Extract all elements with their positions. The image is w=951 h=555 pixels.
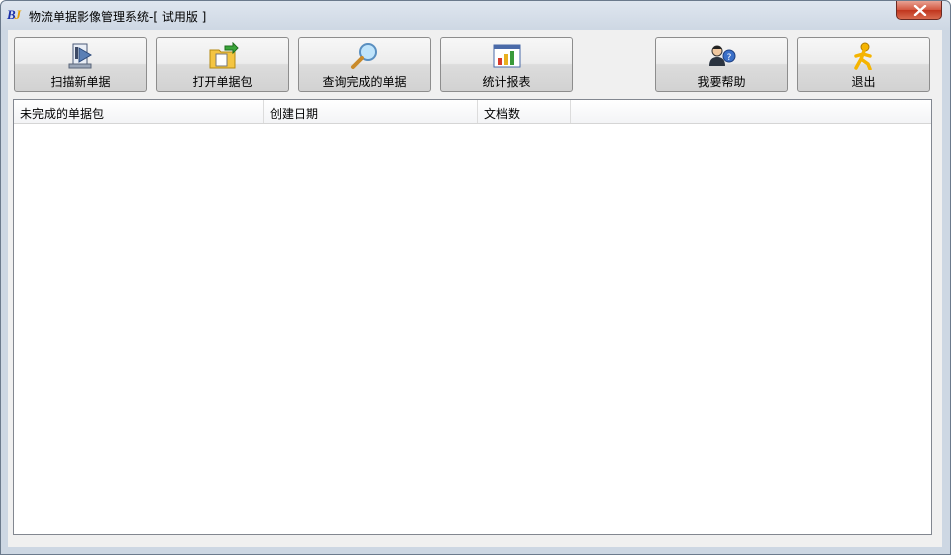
query-completed-documents-label: 查询完成的单据 xyxy=(322,75,407,89)
svg-text:?: ? xyxy=(726,53,731,63)
statistics-report-label: 统计报表 xyxy=(482,75,531,89)
app-logo: BJ xyxy=(7,7,21,22)
statistics-report-button[interactable]: 统计报表 xyxy=(440,37,573,92)
bar-chart-icon xyxy=(493,44,520,68)
column-header-document-count[interactable]: 文档数 xyxy=(478,100,571,123)
exit-button[interactable]: 退出 xyxy=(797,37,930,92)
close-icon xyxy=(913,5,927,16)
list-header: 未完成的单据包 创建日期 文档数 xyxy=(14,100,931,124)
scan-new-document-button[interactable]: 扫描新单据 xyxy=(14,37,147,92)
exit-label: 退出 xyxy=(851,75,876,89)
help-label: 我要帮助 xyxy=(697,75,746,89)
magnifier-icon xyxy=(350,43,377,69)
open-document-package-button[interactable]: 打开单据包 xyxy=(156,37,289,92)
query-completed-documents-button[interactable]: 查询完成的单据 xyxy=(298,37,431,92)
close-button[interactable] xyxy=(896,1,942,20)
column-header-created-date[interactable]: 创建日期 xyxy=(264,100,478,123)
title-bar[interactable]: BJ 物流单据影像管理系统-[ 试用版 ] xyxy=(1,1,950,29)
open-document-package-label: 打开单据包 xyxy=(192,75,253,89)
open-folder-icon xyxy=(209,42,239,69)
document-package-list[interactable]: 未完成的单据包 创建日期 文档数 xyxy=(13,99,932,535)
exit-running-man-icon xyxy=(853,42,872,70)
main-window: BJ 物流单据影像管理系统-[ 试用版 ] 扫描新单据 打开单据包 查询完成的单… xyxy=(0,0,951,555)
column-header-incomplete-package[interactable]: 未完成的单据包 xyxy=(14,100,264,123)
scan-new-document-label: 扫描新单据 xyxy=(50,75,111,89)
help-button[interactable]: ? 我要帮助 xyxy=(655,37,788,92)
client-area: 扫描新单据 打开单据包 查询完成的单据 统计报表 ? 我要帮助 退出 未完成的单… xyxy=(8,30,942,547)
help-user-icon: ? xyxy=(708,45,735,66)
window-title: 物流单据影像管理系统-[ 试用版 ] xyxy=(29,10,207,24)
status-bar xyxy=(8,541,942,547)
scan-document-icon xyxy=(68,43,92,69)
